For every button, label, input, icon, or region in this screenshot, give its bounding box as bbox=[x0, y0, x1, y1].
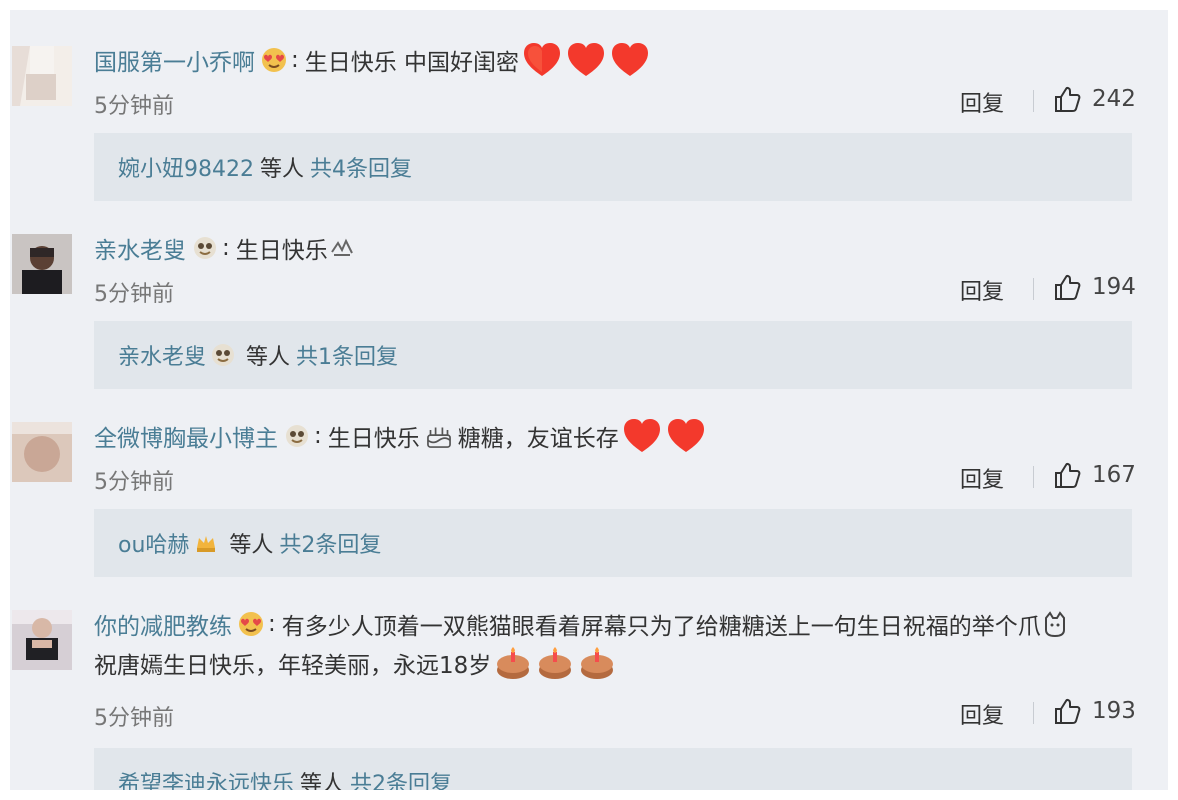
comment-time: 5分钟前 bbox=[94, 94, 174, 119]
comment-time: 5分钟前 bbox=[94, 470, 174, 495]
heart-icon bbox=[568, 43, 605, 76]
reply-suffix: 等人 bbox=[229, 533, 274, 558]
divider bbox=[1033, 466, 1034, 488]
heart-icon bbox=[623, 419, 660, 452]
comment-line: 国服第一小乔啊 : 生日快乐 中国好闺密 bbox=[94, 38, 651, 82]
reply-count-link[interactable]: 共2条回复 bbox=[350, 766, 452, 790]
comment-time: 5分钟前 bbox=[94, 282, 174, 307]
avatar[interactable] bbox=[12, 610, 72, 670]
thumb-up-icon[interactable] bbox=[1052, 461, 1082, 491]
like-count: 193 bbox=[1092, 698, 1136, 724]
username[interactable]: 国服第一小乔啊 bbox=[94, 43, 255, 77]
crown-icon bbox=[197, 536, 216, 552]
avatar-image bbox=[12, 422, 72, 482]
reply-suffix: 等人 bbox=[300, 772, 345, 790]
thumb-up-icon[interactable] bbox=[1052, 273, 1082, 303]
reply-suffix: 等人 bbox=[246, 345, 291, 370]
reply-count-link[interactable]: 共1条回复 bbox=[296, 339, 398, 371]
cat-icon bbox=[1044, 611, 1065, 638]
cake-icon bbox=[581, 647, 614, 679]
comment-text: 有多少人顶着一双熊猫眼看着屏幕只为了给糖糖送上一句生日祝福的举个爪 bbox=[281, 614, 1041, 640]
heart-icon bbox=[667, 419, 704, 452]
reply-preview[interactable]: ou哈赫 等人 共2条回复 bbox=[94, 509, 1132, 577]
comment-text: 生日快乐 bbox=[235, 238, 328, 264]
reply-user[interactable]: 希望李迪永远快乐 bbox=[118, 766, 294, 790]
comment-line: 你的减肥教练 : 有多少人顶着一双熊猫眼看着屏幕只为了给糖糖送上一句生日祝福的举… bbox=[94, 602, 1069, 646]
comment-text: 生日快乐 bbox=[327, 426, 420, 452]
cake-icon bbox=[497, 647, 530, 679]
reply-preview[interactable]: 亲水老叟 等人 共1条回复 bbox=[94, 321, 1132, 389]
like-count: 167 bbox=[1092, 462, 1136, 488]
username[interactable]: 你的减肥教练 bbox=[94, 607, 232, 641]
avatar-image bbox=[12, 46, 72, 106]
avatar[interactable] bbox=[12, 234, 72, 294]
comment-line: 全微博胸最小博主 : 生日快乐 糖糖，友谊长存 bbox=[94, 414, 707, 458]
sheep-icon bbox=[212, 344, 235, 366]
avatar-image bbox=[12, 610, 72, 670]
comment-item: 全微博胸最小博主 : 生日快乐 糖糖，友谊长存 5分钟前 回复 167 ou哈赫… bbox=[10, 386, 1168, 577]
comment-line-2: 祝唐嫣生日快乐，年轻美丽，永远18岁 bbox=[94, 644, 617, 682]
divider bbox=[1033, 90, 1034, 112]
username[interactable]: 亲水老叟 bbox=[94, 231, 186, 265]
avatar-image bbox=[12, 234, 72, 294]
divider bbox=[1033, 702, 1034, 724]
comment-item: 亲水老叟 : 生日快乐 5分钟前 回复 194 亲水老叟 等人 共1条回复 bbox=[10, 198, 1168, 389]
username[interactable]: 全微博胸最小博主 bbox=[94, 419, 278, 453]
cake-outline-icon bbox=[426, 427, 451, 448]
heart-eyes-icon bbox=[239, 612, 263, 636]
avatar[interactable] bbox=[12, 422, 72, 482]
comment-panel: 国服第一小乔啊 : 生日快乐 中国好闺密 5分钟前 回复 242 婉小妞9842… bbox=[10, 10, 1168, 790]
comment-text-continued: 糖糖，友谊长存 bbox=[457, 426, 619, 452]
thumb-up-icon[interactable] bbox=[1052, 697, 1082, 727]
comment-time: 5分钟前 bbox=[94, 706, 174, 731]
reply-user[interactable]: 婉小妞98422 bbox=[118, 151, 254, 183]
comment-item: 你的减肥教练 : 有多少人顶着一双熊猫眼看着屏幕只为了给糖糖送上一句生日祝福的举… bbox=[10, 574, 1168, 790]
reply-user[interactable]: 亲水老叟 bbox=[118, 339, 206, 371]
reply-button[interactable]: 回复 bbox=[960, 462, 1004, 494]
reply-button[interactable]: 回复 bbox=[960, 698, 1004, 730]
sheep-icon bbox=[194, 237, 216, 259]
reply-button[interactable]: 回复 bbox=[960, 274, 1004, 306]
reply-preview[interactable]: 希望李迪永远快乐 等人 共2条回复 bbox=[94, 748, 1132, 790]
comment-line: 亲水老叟 : 生日快乐 bbox=[94, 226, 356, 270]
avatar[interactable] bbox=[12, 46, 72, 106]
comment-item: 国服第一小乔啊 : 生日快乐 中国好闺密 5分钟前 回复 242 婉小妞9842… bbox=[10, 10, 1168, 201]
sheep-icon bbox=[286, 425, 308, 447]
cake-icon bbox=[539, 647, 572, 679]
heart-icon bbox=[612, 43, 649, 76]
heart-icon bbox=[524, 43, 561, 76]
reply-count-link[interactable]: 共2条回复 bbox=[279, 527, 381, 559]
reply-count-link[interactable]: 共4条回复 bbox=[310, 151, 412, 183]
thumb-up-icon[interactable] bbox=[1052, 85, 1082, 115]
like-count: 194 bbox=[1092, 274, 1136, 300]
reply-preview[interactable]: 婉小妞98422 等人 共4条回复 bbox=[94, 133, 1132, 201]
reply-suffix: 等人 bbox=[260, 157, 305, 182]
divider bbox=[1033, 278, 1034, 300]
comment-text: 生日快乐 中国好闺密 bbox=[304, 50, 520, 76]
doodle-icon bbox=[330, 238, 353, 256]
heart-eyes-icon bbox=[262, 48, 286, 72]
reply-user[interactable]: ou哈赫 bbox=[118, 527, 189, 559]
reply-button[interactable]: 回复 bbox=[960, 86, 1004, 118]
comment-text-2: 祝唐嫣生日快乐，年轻美丽，永远18岁 bbox=[94, 653, 492, 679]
like-count: 242 bbox=[1092, 86, 1136, 112]
